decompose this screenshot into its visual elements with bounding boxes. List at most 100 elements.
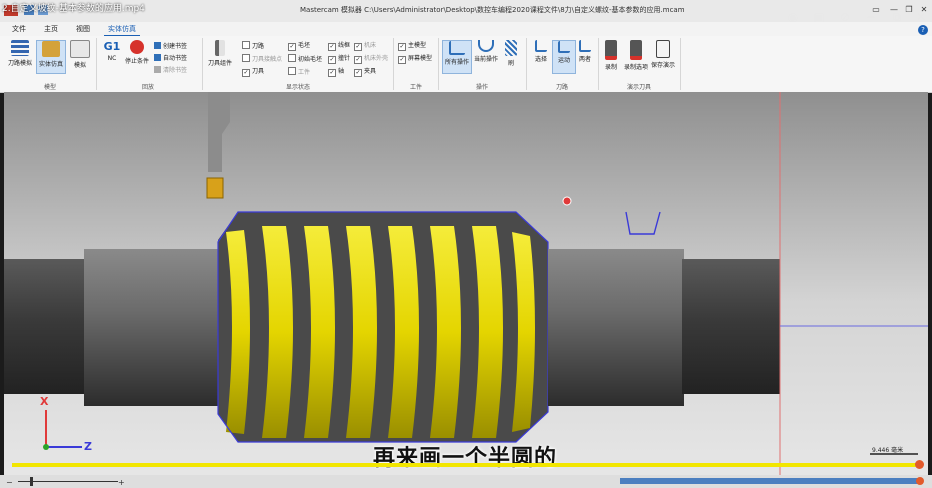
record-options-label: 录制选项 <box>624 64 649 71</box>
tool-assembly-button[interactable]: 刀具组件 <box>206 40 234 72</box>
workpiece-group-label: 工件 <box>409 84 422 91</box>
video-progress-bar[interactable] <box>12 463 922 467</box>
record-options-button[interactable]: 录制选项 <box>624 40 648 72</box>
clear-bookmark-item[interactable]: 清除书签 <box>154 66 187 76</box>
all-operations-button[interactable]: 所有操作 <box>442 40 472 74</box>
both-icon <box>579 40 591 52</box>
check-tool-contact[interactable]: 刀具接触点 <box>242 54 282 63</box>
ribbon-separator <box>393 38 394 90</box>
origin-icon <box>43 444 49 450</box>
stop-condition-button[interactable]: 停止条件 <box>124 40 150 72</box>
toolpath-simulate-label: 刀路模拟 <box>7 60 32 67</box>
stop-condition-icon <box>130 40 144 54</box>
scale-label: 9.446 毫米 <box>872 447 904 454</box>
display-checks-col2: ✓ 毛坯 初始毛坯 工件 <box>288 41 322 76</box>
menu-view[interactable]: 视图 <box>72 23 94 35</box>
stop-condition-label: 停止条件 <box>124 58 149 65</box>
all-operations-icon <box>449 41 465 55</box>
solid-simulate-label: 实体仿真 <box>38 61 63 68</box>
toolpath-simulate-button[interactable]: 刀路模拟 <box>6 40 34 72</box>
ribbon-separator <box>526 38 527 90</box>
menu-file[interactable]: 文件 <box>8 23 30 35</box>
select-button[interactable]: 选择 <box>530 40 552 72</box>
menu-home[interactable]: 主页 <box>40 23 62 35</box>
motion-icon <box>558 41 570 53</box>
check-machine[interactable]: ✓ 机床 <box>354 41 388 51</box>
record-icon <box>605 40 617 60</box>
save-demo-icon <box>656 40 670 58</box>
display-group-label: 显示状态 <box>285 84 310 91</box>
clear-bookmark-icon <box>154 66 161 73</box>
solid-simulate-icon <box>42 41 60 57</box>
check-screen-model[interactable]: ✓ 屏幕模型 <box>398 54 432 64</box>
save-demo-button[interactable]: 保存演示 <box>650 40 676 72</box>
select-label: 选择 <box>534 56 547 63</box>
help-icon[interactable]: ? <box>918 25 928 35</box>
zoom-out-icon[interactable]: − <box>6 478 13 487</box>
check-stock[interactable]: ✓ 毛坯 <box>288 41 322 51</box>
zoom-slider-thumb[interactable] <box>30 477 33 486</box>
toolpath-simulate-icon <box>11 40 29 56</box>
select-icon <box>535 40 547 52</box>
playback-group-label: 回放 <box>141 84 154 91</box>
shaft-right <box>682 259 780 394</box>
brush-button[interactable]: 刷 <box>500 40 522 72</box>
tool-holder <box>208 92 230 172</box>
display-checks-col1: 刀路 刀具接触点 ✓ 刀具 <box>242 41 282 77</box>
display-checks-col3: ✓ 线框 ✓ 撞针 ✓ 轴 <box>328 41 350 77</box>
current-operation-icon <box>478 40 494 52</box>
check-machine-housing[interactable]: ✓ 机床外壳 <box>354 54 388 64</box>
ribbon-separator <box>680 38 681 90</box>
red-point-marker <box>562 196 572 206</box>
both-label: 两者 <box>578 56 591 63</box>
model-group-label: 模型 <box>43 84 56 91</box>
check-main-model[interactable]: ✓ 主模型 <box>398 41 432 51</box>
auto-bookmark-icon <box>154 54 161 61</box>
save-demo-label: 保存演示 <box>650 62 675 69</box>
zoom-slider-track[interactable] <box>18 481 118 482</box>
part-graphics <box>4 92 928 475</box>
check-fixture[interactable]: ✓ 夹具 <box>354 67 388 77</box>
check-workpiece[interactable]: 工件 <box>288 67 322 76</box>
check-toolpath[interactable]: 刀路 <box>242 41 282 50</box>
zoom-in-icon[interactable]: + <box>118 478 125 487</box>
record-button[interactable]: 录制 <box>600 40 622 72</box>
g1-nc-button[interactable]: G1 NC <box>98 40 126 72</box>
current-operation-button[interactable]: 当前操作 <box>472 40 500 72</box>
video-filename: 2.自定义坡纹-基本参数的应用.mp4 <box>2 4 145 14</box>
z-axis-label: Z <box>84 440 92 453</box>
tool-assembly-icon <box>215 40 225 56</box>
auto-bookmark-item[interactable]: 自动书签 <box>154 54 187 64</box>
timeline-bar[interactable] <box>620 478 920 484</box>
check-wireframe[interactable]: ✓ 线框 <box>328 41 350 51</box>
shaft-left <box>4 259 88 394</box>
simulate-label: 模拟 <box>73 62 86 69</box>
check-initial-stock[interactable]: 初始毛坯 <box>288 54 322 63</box>
demo-group-label: 演示刀具 <box>626 84 651 91</box>
tool-insert <box>206 177 224 199</box>
motion-label: 运动 <box>557 57 570 64</box>
check-axis[interactable]: ✓ 轴 <box>328 67 350 77</box>
create-bookmark-item[interactable]: 创建书签 <box>154 42 187 52</box>
nc-label: NC <box>107 55 117 62</box>
both-button[interactable]: 两者 <box>574 40 596 72</box>
create-bookmark-label: 创建书签 <box>163 43 188 50</box>
check-striker[interactable]: ✓ 撞针 <box>328 54 350 64</box>
bookmark-icon <box>154 42 161 49</box>
clear-bookmark-label: 清除书签 <box>163 67 188 74</box>
workpiece-checks: ✓ 主模型 ✓ 屏幕模型 <box>398 41 432 64</box>
ribbon-separator <box>598 38 599 90</box>
motion-button[interactable]: 运动 <box>552 40 576 74</box>
timeline-thumb[interactable] <box>916 477 924 485</box>
g1-label: G1 <box>103 40 121 53</box>
video-progress-thumb[interactable] <box>915 460 924 469</box>
simulate-button[interactable]: 模拟 <box>66 40 94 72</box>
menu-solid-simulation[interactable]: 实体仿真 <box>104 23 140 37</box>
solid-simulate-button[interactable]: 实体仿真 <box>36 40 66 74</box>
shaft-right-shoulder <box>548 249 684 406</box>
all-operations-label: 所有操作 <box>444 59 469 66</box>
display-checks-col4: ✓ 机床 ✓ 机床外壳 ✓ 夹具 <box>354 41 388 77</box>
x-axis-label: X <box>40 395 49 408</box>
check-tool[interactable]: ✓ 刀具 <box>242 67 282 77</box>
auto-bookmark-label: 自动书签 <box>163 55 188 62</box>
